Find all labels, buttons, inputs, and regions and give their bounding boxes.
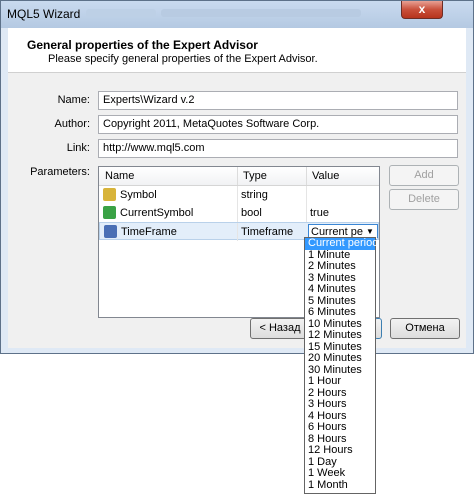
param-type: bool bbox=[241, 207, 262, 219]
dropdown-option[interactable]: 12 Hours bbox=[305, 444, 375, 457]
param-name: Symbol bbox=[120, 189, 157, 201]
cell-divider bbox=[237, 223, 238, 241]
wizard-window: MQL5 Wizard x General properties of the … bbox=[0, 0, 474, 354]
abc-string-icon bbox=[103, 188, 116, 201]
dropdown-option[interactable]: 20 Minutes bbox=[305, 352, 375, 365]
dropdown-option[interactable]: 4 Minutes bbox=[305, 283, 375, 296]
dropdown-option[interactable]: 1 Week bbox=[305, 467, 375, 480]
param-type: string bbox=[241, 189, 268, 201]
link-field[interactable]: http://www.mql5.com bbox=[98, 139, 458, 158]
dropdown-option[interactable]: 2 Minutes bbox=[305, 260, 375, 273]
wizard-client: General properties of the Expert Advisor… bbox=[8, 28, 466, 348]
blurred-title-area-2 bbox=[161, 9, 361, 17]
author-label: Author: bbox=[54, 118, 90, 130]
dropdown-option[interactable]: 6 Minutes bbox=[305, 306, 375, 319]
page-subtitle: Please specify general properties of the… bbox=[48, 53, 318, 65]
title-bar[interactable]: MQL5 Wizard x bbox=[1, 1, 473, 28]
cell-divider bbox=[237, 186, 238, 204]
delete-button[interactable]: Delete bbox=[389, 189, 459, 210]
name-label: Name: bbox=[57, 94, 90, 106]
page-title: General properties of the Expert Advisor bbox=[27, 38, 258, 52]
window-title: MQL5 Wizard bbox=[7, 7, 81, 21]
close-button[interactable]: x bbox=[401, 1, 443, 19]
back-button[interactable]: < Назад bbox=[250, 318, 310, 339]
column-divider bbox=[306, 167, 307, 185]
table-row[interactable]: CurrentSymbol bool true bbox=[99, 204, 379, 222]
param-name: TimeFrame bbox=[121, 226, 177, 238]
parameters-label: Parameters: bbox=[30, 166, 90, 178]
cancel-button[interactable]: Отмена bbox=[390, 318, 460, 339]
page-header: General properties of the Expert Advisor… bbox=[8, 28, 466, 73]
enum-list-icon bbox=[104, 225, 117, 238]
dropdown-option[interactable]: 1 Hour bbox=[305, 375, 375, 388]
dropdown-option[interactable]: 3 Hours bbox=[305, 398, 375, 411]
param-type: Timeframe bbox=[241, 226, 294, 238]
param-value[interactable]: true bbox=[310, 207, 329, 219]
param-name: CurrentSymbol bbox=[120, 207, 194, 219]
cell-divider bbox=[306, 186, 307, 204]
bool-icon bbox=[103, 206, 116, 219]
column-type[interactable]: Type bbox=[243, 170, 267, 182]
column-name[interactable]: Name bbox=[105, 170, 134, 182]
column-value[interactable]: Value bbox=[312, 170, 339, 182]
cell-divider bbox=[306, 204, 307, 222]
timeframe-dropdown-list[interactable]: Current period 1 Minute 2 Minutes 3 Minu… bbox=[304, 237, 378, 494]
table-header: Name Type Value bbox=[99, 167, 379, 186]
dropdown-option[interactable]: 12 Minutes bbox=[305, 329, 375, 342]
name-field[interactable]: Experts\Wizard v.2 bbox=[98, 91, 458, 110]
add-button[interactable]: Add bbox=[389, 165, 459, 186]
cell-divider bbox=[237, 204, 238, 222]
author-field[interactable]: Copyright 2011, MetaQuotes Software Corp… bbox=[98, 115, 458, 134]
column-divider bbox=[237, 167, 238, 185]
table-row[interactable]: Symbol string bbox=[99, 186, 379, 204]
close-icon: x bbox=[418, 2, 426, 16]
dropdown-option[interactable]: 6 Hours bbox=[305, 421, 375, 434]
blurred-title-area bbox=[86, 9, 156, 17]
dropdown-option[interactable]: Current period bbox=[305, 237, 378, 250]
link-label: Link: bbox=[66, 142, 90, 154]
dropdown-option[interactable]: 1 Month bbox=[305, 479, 375, 492]
